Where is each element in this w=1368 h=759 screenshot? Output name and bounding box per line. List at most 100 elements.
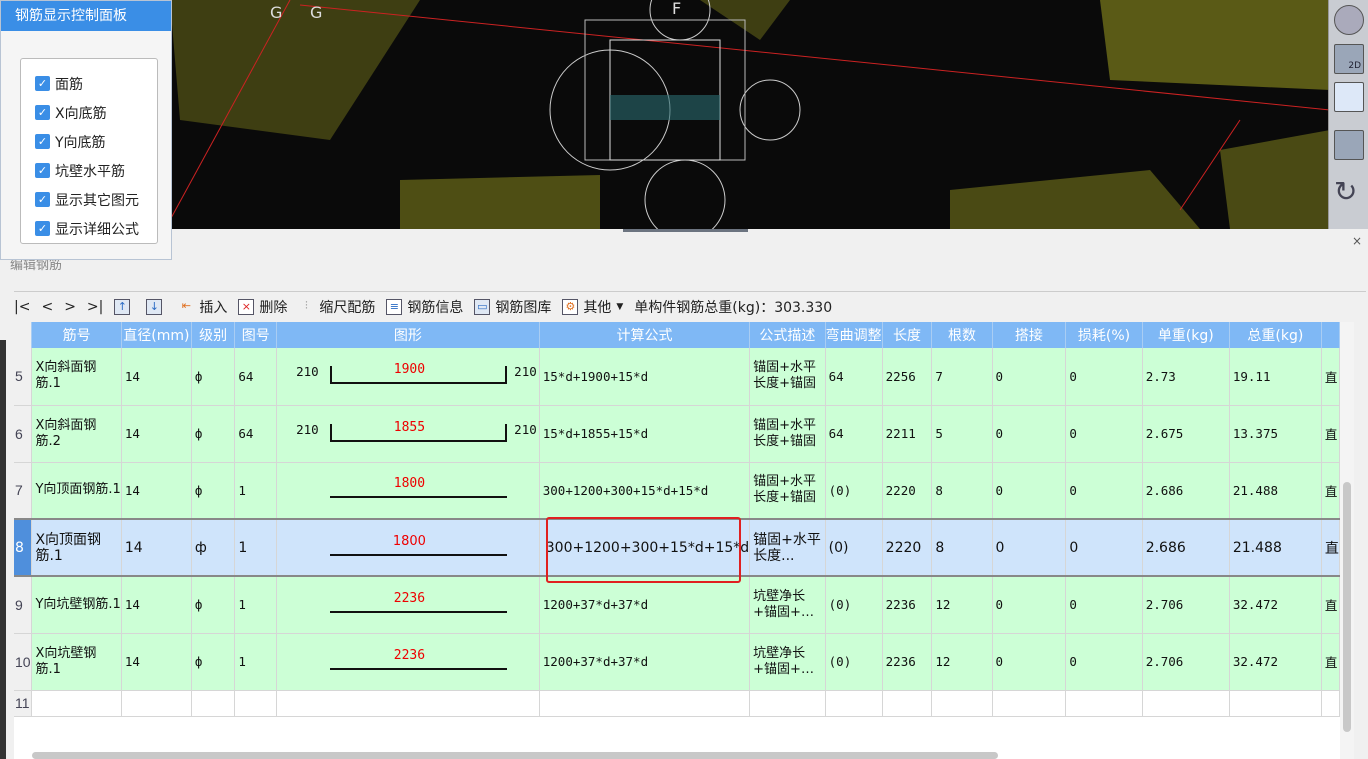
cell-bend[interactable]: 64: [825, 405, 883, 463]
cell-figure-no[interactable]: 64: [234, 405, 278, 463]
cell-diameter[interactable]: 14: [121, 405, 192, 463]
cell-grade[interactable]: ф: [191, 405, 236, 463]
cell-total[interactable]: 13.375: [1229, 405, 1322, 463]
cell-grade[interactable]: ф: [191, 633, 236, 691]
cell-bend[interactable]: (0): [825, 576, 883, 634]
column-header[interactable]: 总重(kg): [1229, 322, 1322, 348]
cell-loss[interactable]: 0: [1065, 405, 1143, 463]
checkbox-icon[interactable]: ✓: [35, 76, 50, 91]
cell-figure-no[interactable]: 64: [234, 348, 278, 406]
other-button[interactable]: ⚙ 其他 ▼: [562, 297, 623, 317]
checkbox-icon[interactable]: ✓: [35, 163, 50, 178]
scale-rebar-button[interactable]: ⫶ 缩尺配筋: [298, 297, 375, 317]
column-header[interactable]: 公式描述: [749, 322, 826, 348]
cell-extra[interactable]: 直: [1321, 405, 1340, 463]
column-header[interactable]: 图形: [276, 322, 540, 348]
cell-loss[interactable]: 0: [1065, 348, 1143, 406]
column-header[interactable]: 损耗(%): [1065, 322, 1143, 348]
column-header[interactable]: 弯曲调整: [825, 322, 883, 348]
row-number[interactable]: 11: [14, 690, 33, 717]
empty-cell[interactable]: [276, 690, 540, 717]
cell-grade[interactable]: ф: [191, 518, 236, 577]
empty-cell[interactable]: [992, 690, 1067, 717]
empty-cell[interactable]: [121, 690, 192, 717]
table-row[interactable]: 10 X向坑壁钢筋.1 14 ф 1 2236 1200+37*d+37*d 坑壁净长+锚固+…: [14, 633, 1340, 691]
cell-diameter[interactable]: 14: [121, 633, 192, 691]
cell-name[interactable]: X向坑壁钢筋.1: [31, 633, 122, 691]
cell-grade[interactable]: ф: [191, 462, 236, 520]
option-checkbox[interactable]: ✓ 坑壁水平筋: [21, 156, 157, 185]
cell-extra[interactable]: 直: [1321, 518, 1340, 577]
cell-total[interactable]: 32.472: [1229, 633, 1322, 691]
checkbox-icon[interactable]: ✓: [35, 105, 50, 120]
cell-description[interactable]: 坑壁净长+锚固+…: [749, 576, 826, 634]
empty-cell[interactable]: [191, 690, 236, 717]
cell-grade[interactable]: ф: [191, 576, 236, 634]
cell-name[interactable]: X向斜面钢筋.2: [31, 405, 122, 463]
cell-formula[interactable]: 1200+37*d+37*d: [539, 576, 751, 634]
cell-lap[interactable]: 0: [992, 348, 1067, 406]
empty-cell[interactable]: [1142, 690, 1230, 717]
row-number[interactable]: 6: [14, 405, 33, 463]
cell-bend[interactable]: 64: [825, 348, 883, 406]
cell-description[interactable]: 锚固+水平长度...: [749, 518, 826, 577]
cell-count[interactable]: 5: [931, 405, 993, 463]
cell-loss[interactable]: 0: [1065, 576, 1143, 634]
cell-shape[interactable]: 2236: [276, 633, 540, 691]
last-button[interactable]: >|: [87, 299, 103, 315]
close-icon[interactable]: ×: [1352, 234, 1362, 248]
cell-name[interactable]: Y向坑壁钢筋.1: [31, 576, 122, 634]
cell-len[interactable]: 2236: [882, 633, 933, 691]
table-row[interactable]: 9 Y向坑壁钢筋.1 14 ф 1 2236 1200+37*d+37*d 坑壁净长+锚固+……: [14, 576, 1340, 634]
cell-shape[interactable]: 1800: [276, 462, 540, 520]
next-button[interactable]: >: [64, 299, 76, 315]
cell-len[interactable]: 2236: [882, 576, 933, 634]
cell-loss[interactable]: 0: [1065, 518, 1143, 577]
column-header[interactable]: 根数: [931, 322, 993, 348]
cell-grade[interactable]: ф: [191, 348, 236, 406]
cell-formula[interactable]: 300+1200+300+15*d+15*d: [539, 462, 751, 520]
cell-unit[interactable]: 2.73: [1142, 348, 1230, 406]
option-checkbox[interactable]: ✓ 显示其它图元: [21, 185, 157, 214]
cell-total[interactable]: 32.472: [1229, 576, 1322, 634]
checkbox-icon[interactable]: ✓: [35, 221, 50, 236]
cell-extra[interactable]: 直: [1321, 633, 1340, 691]
cell-description[interactable]: 锚固+水平长度+锚固: [749, 348, 826, 406]
table-row[interactable]: 7 Y向顶面钢筋.1 14 ф 1 1800 300+1200+300+15*d+15*d 锚…: [14, 462, 1340, 520]
cell-description[interactable]: 坑壁净长+锚固+…: [749, 633, 826, 691]
cell-total[interactable]: 21.488: [1229, 462, 1322, 520]
empty-cell[interactable]: [825, 690, 883, 717]
option-checkbox[interactable]: ✓ 显示详细公式: [21, 214, 157, 243]
cell-shape[interactable]: 1800: [276, 518, 540, 577]
table-row-empty[interactable]: 11: [14, 690, 1340, 717]
cell-figure-no[interactable]: 1: [234, 462, 278, 520]
insert-button[interactable]: ⇤ 插入: [178, 297, 228, 317]
cell-shape[interactable]: 210 1855 210: [276, 405, 540, 463]
first-button[interactable]: |<: [14, 299, 30, 315]
cell-diameter[interactable]: 14: [121, 576, 192, 634]
cell-name[interactable]: X向顶面钢筋.1: [31, 518, 122, 577]
row-number[interactable]: 9: [14, 576, 33, 634]
cell-extra[interactable]: 直: [1321, 576, 1340, 634]
column-header[interactable]: 搭接: [992, 322, 1067, 348]
empty-cell[interactable]: [1065, 690, 1143, 717]
cell-unit[interactable]: 2.706: [1142, 633, 1230, 691]
column-header[interactable]: 直径(mm): [121, 322, 192, 348]
cell-formula[interactable]: 1200+37*d+37*d: [539, 633, 751, 691]
cell-unit[interactable]: 2.686: [1142, 518, 1230, 577]
cell-len[interactable]: 2220: [882, 462, 933, 520]
cell-lap[interactable]: 0: [992, 462, 1067, 520]
cell-unit[interactable]: 2.675: [1142, 405, 1230, 463]
column-header[interactable]: 长度: [882, 322, 933, 348]
horizontal-scrollbar[interactable]: [32, 752, 998, 759]
move-down-button[interactable]: ↓: [146, 298, 167, 315]
cell-extra[interactable]: 直: [1321, 462, 1340, 520]
cell-name[interactable]: Y向顶面钢筋.1: [31, 462, 122, 520]
cell-len[interactable]: 2256: [882, 348, 933, 406]
empty-cell[interactable]: [1321, 690, 1340, 717]
column-header[interactable]: [1321, 322, 1340, 348]
move-up-button[interactable]: ↑: [114, 298, 135, 315]
rebar-info-button[interactable]: ≡ 钢筋信息: [386, 297, 463, 317]
cell-lap[interactable]: 0: [992, 576, 1067, 634]
row-number[interactable]: 8: [14, 518, 33, 577]
